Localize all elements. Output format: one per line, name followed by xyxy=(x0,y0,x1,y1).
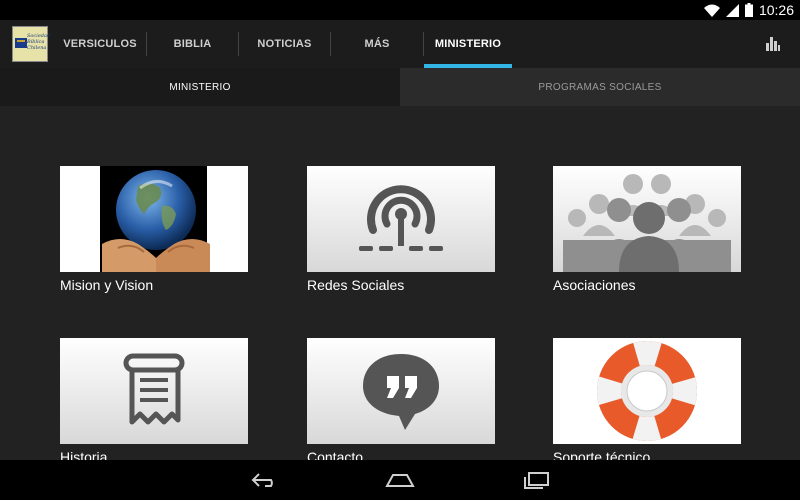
back-icon xyxy=(251,473,273,487)
scroll-icon xyxy=(123,353,185,425)
content-grid: Mision y Vision Redes Sociales Asociacio… xyxy=(0,106,800,460)
tile-mision-vision[interactable]: Mision y Vision xyxy=(60,166,248,293)
status-bar: 10:26 xyxy=(0,0,800,20)
broadcast-icon xyxy=(359,185,443,251)
tile-label: Contacto xyxy=(307,449,364,460)
status-icons: 10:26 xyxy=(703,2,794,18)
tab-mas[interactable]: MÁS xyxy=(331,20,423,68)
tile-label: Asociaciones xyxy=(553,277,636,293)
tile-image xyxy=(60,166,248,272)
tab-noticias[interactable]: NOTICIAS xyxy=(239,20,330,68)
tile-soporte-tecnico[interactable]: Soporte técnico xyxy=(553,338,741,460)
wifi-icon xyxy=(703,4,720,17)
battery-icon xyxy=(744,3,753,17)
home-icon xyxy=(385,474,415,487)
tile-label: Soporte técnico xyxy=(553,449,651,460)
tab-versiculos[interactable]: VERSICULOS xyxy=(55,20,145,68)
status-time: 10:26 xyxy=(758,2,794,18)
lifebuoy-icon xyxy=(597,341,697,441)
logo-text: Sociedad Bíblica Chilena xyxy=(27,33,51,51)
system-nav-bar xyxy=(0,460,800,500)
tile-asociaciones[interactable]: Asociaciones xyxy=(553,166,741,293)
tile-label: Redes Sociales xyxy=(307,277,405,293)
sub-tab-ministerio[interactable]: MINISTERIO xyxy=(0,68,400,106)
tile-historia[interactable]: Historia xyxy=(60,338,248,460)
recent-apps-icon xyxy=(524,472,549,489)
tab-ministerio[interactable]: MINISTERIO xyxy=(424,20,512,68)
action-bar: Sociedad Bíblica Chilena VERSICULOS BIBL… xyxy=(0,20,800,68)
recent-apps-button[interactable] xyxy=(516,468,556,492)
tile-image xyxy=(307,166,495,272)
tile-redes-sociales[interactable]: Redes Sociales xyxy=(307,166,495,293)
tile-image xyxy=(60,338,248,444)
home-button[interactable] xyxy=(380,468,420,492)
tile-image xyxy=(553,338,741,444)
quote-bubble-icon xyxy=(363,354,439,430)
tile-image xyxy=(553,166,741,272)
back-button[interactable] xyxy=(245,468,285,492)
tile-label: Historia xyxy=(60,449,108,460)
tile-contacto[interactable]: Contacto xyxy=(307,338,495,460)
tab-biblia[interactable]: BIBLIA xyxy=(147,20,238,68)
earth-in-hands-icon xyxy=(100,166,210,272)
bible-logo-icon xyxy=(15,38,27,48)
sub-tabs: MINISTERIO PROGRAMAS SOCIALES xyxy=(0,68,800,106)
bar-chart-icon[interactable] xyxy=(766,37,780,51)
cell-signal-icon xyxy=(725,3,739,17)
app-logo[interactable]: Sociedad Bíblica Chilena xyxy=(12,26,51,62)
people-group-icon xyxy=(563,174,731,272)
tile-label: Mision y Vision xyxy=(60,277,154,293)
tile-image xyxy=(307,338,495,444)
sub-tab-programas-sociales[interactable]: PROGRAMAS SOCIALES xyxy=(400,68,800,106)
